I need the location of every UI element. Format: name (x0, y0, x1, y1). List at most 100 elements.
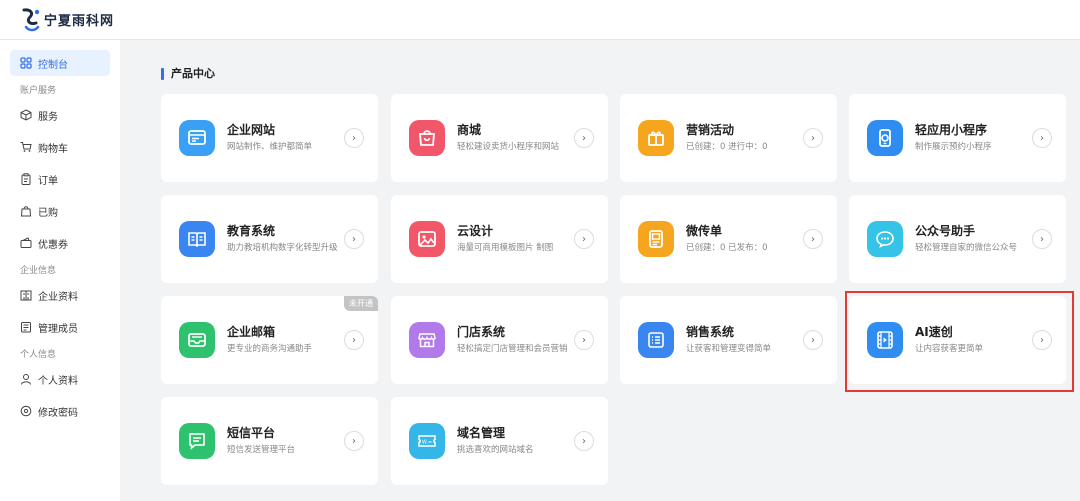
sidebar-item-cart[interactable]: 购物车 (10, 134, 110, 160)
card-desc: 网站制作、维护都简单 (227, 142, 313, 152)
bag-icon (20, 205, 32, 217)
nav-group-account: 账户服务 (20, 86, 57, 96)
card-light-miniapp[interactable]: 轻应用小程序 制作展示预约小程序 › (849, 94, 1066, 182)
coupon-icon (20, 237, 32, 249)
top-header: 宁夏雨科网 (0, 0, 1080, 40)
sidebar-item-service[interactable]: 服务 (10, 102, 110, 128)
card-desc: 海量可商用模板图片 制图 (457, 243, 554, 253)
card-desc: 制作展示预约小程序 (915, 142, 992, 152)
card-desc: 已创建：0 已发布：0 (686, 243, 768, 253)
sidebar-item-coupons[interactable]: 优惠券 (10, 230, 110, 256)
store-icon (409, 322, 445, 358)
sidebar: 控制台 账户服务 服务 购物车 订单 已购 优惠券 企业信息 企业资料 管理成员… (0, 40, 120, 501)
sidebar-item-label: 已购 (38, 207, 58, 219)
card-cloud-design[interactable]: 云设计 海量可商用模板图片 制图 › (391, 195, 608, 283)
card-desc: 轻松管理自家的微信公众号 (915, 243, 1018, 253)
sidebar-item-purchased[interactable]: 已购 (10, 198, 110, 224)
logo-icon[interactable] (20, 7, 42, 33)
wechat-icon (867, 221, 903, 257)
sidebar-item-label: 管理成员 (38, 323, 78, 335)
chevron-right-icon[interactable]: › (1032, 128, 1052, 148)
card-micro-flyer[interactable]: 微传单 已创建：0 已发布：0 › (620, 195, 837, 283)
sidebar-item-label: 控制台 (38, 59, 68, 71)
clipboard-icon (20, 173, 32, 185)
card-title: 企业网站 (227, 123, 276, 137)
mail-icon (179, 322, 215, 358)
card-desc: 让内容获客更简单 (915, 344, 984, 354)
chevron-right-icon[interactable]: › (574, 128, 594, 148)
chevron-right-icon[interactable]: › (344, 128, 364, 148)
sidebar-item-label: 企业资料 (38, 291, 78, 303)
card-desc: 轻松建设卖货小程序和网站 (457, 142, 560, 152)
grid-icon (20, 57, 32, 69)
nav-group-company: 企业信息 (20, 266, 57, 276)
card-enterprise-mail[interactable]: 未开通 企业邮箱 更专业的商务沟通助手 › (161, 296, 378, 384)
card-mall[interactable]: 商城 轻松建设卖货小程序和网站 › (391, 94, 608, 182)
cart-icon (20, 141, 32, 153)
sidebar-item-label: 订单 (38, 175, 58, 187)
chevron-right-icon[interactable]: › (803, 128, 823, 148)
chevron-right-icon[interactable]: › (803, 229, 823, 249)
card-title: 销售系统 (686, 325, 735, 339)
card-domain-management[interactable]: W.= 域名管理 挑选喜欢的网站域名 › (391, 397, 608, 485)
sidebar-item-orders[interactable]: 订单 (10, 166, 110, 192)
shop-bag-icon (409, 120, 445, 156)
card-marketing[interactable]: 营销活动 已创建：0 进行中：0 › (620, 94, 837, 182)
chevron-right-icon[interactable]: › (344, 431, 364, 451)
card-desc: 助力教培机构数字化转型升级 (227, 243, 338, 253)
logo-text[interactable]: 宁夏雨科网 (44, 10, 114, 29)
sidebar-item-label: 修改密码 (38, 407, 78, 419)
card-title: 企业邮箱 (227, 325, 276, 339)
sidebar-item-personal-profile[interactable]: 个人资料 (10, 366, 110, 392)
domain-icon: W.= (409, 423, 445, 459)
svg-text:W.=: W.= (422, 439, 432, 445)
sidebar-item-label: 服务 (38, 111, 58, 123)
building-icon (20, 289, 32, 301)
nav-group-personal: 个人信息 (20, 350, 57, 360)
card-title: AI速创 (915, 325, 953, 339)
chevron-right-icon[interactable]: › (574, 431, 594, 451)
members-icon (20, 321, 32, 333)
card-desc: 已创建：0 进行中：0 (686, 142, 768, 152)
card-official-account[interactable]: 公众号助手 轻松管理自家的微信公众号 › (849, 195, 1066, 283)
section-title: 产品中心 (161, 68, 215, 80)
card-desc: 让获客和管理变得简单 (686, 344, 772, 354)
card-desc: 更专业的商务沟通助手 (227, 344, 313, 354)
sidebar-item-label: 优惠券 (38, 239, 68, 251)
gift-icon (638, 120, 674, 156)
chevron-right-icon[interactable]: › (344, 330, 364, 350)
card-title: 门店系统 (457, 325, 506, 339)
sidebar-item-company-profile[interactable]: 企业资料 (10, 282, 110, 308)
card-ai-quick-create[interactable]: AI速创 让内容获客更简单 › (849, 296, 1066, 384)
card-sales-system[interactable]: 销售系统 让获客和管理变得简单 › (620, 296, 837, 384)
sidebar-item-dashboard[interactable]: 控制台 (10, 50, 110, 76)
chevron-right-icon[interactable]: › (574, 330, 594, 350)
chevron-right-icon[interactable]: › (1032, 330, 1052, 350)
chevron-right-icon[interactable]: › (344, 229, 364, 249)
sidebar-item-label: 个人资料 (38, 375, 78, 387)
card-desc: 挑选喜欢的网站域名 (457, 445, 534, 455)
sidebar-item-label: 购物车 (38, 143, 68, 155)
card-title: 轻应用小程序 (915, 123, 988, 137)
sms-icon (179, 423, 215, 459)
sidebar-item-change-password[interactable]: 修改密码 (10, 398, 110, 424)
card-desc: 轻松搞定门店管理和会员营销 (457, 344, 568, 354)
sidebar-item-members[interactable]: 管理成员 (10, 314, 110, 340)
chevron-right-icon[interactable]: › (574, 229, 594, 249)
box-icon (20, 109, 32, 121)
main-content: 产品中心 企业网站 网站制作、维护都简单 › 商城 轻松建设卖货小程序和网站 ›… (120, 40, 1080, 501)
card-education[interactable]: 教育系统 助力教培机构数字化转型升级 › (161, 195, 378, 283)
website-icon (179, 120, 215, 156)
chevron-right-icon[interactable]: › (1032, 229, 1052, 249)
card-store-system[interactable]: 门店系统 轻松搞定门店管理和会员营销 › (391, 296, 608, 384)
card-title: 商城 (457, 123, 482, 137)
chevron-right-icon[interactable]: › (803, 330, 823, 350)
list-icon (638, 322, 674, 358)
card-title: 域名管理 (457, 426, 506, 440)
card-title: 短信平台 (227, 426, 276, 440)
card-enterprise-website[interactable]: 企业网站 网站制作、维护都简单 › (161, 94, 378, 182)
status-badge: 未开通 (344, 296, 378, 311)
card-sms-platform[interactable]: 短信平台 短信发送管理平台 › (161, 397, 378, 485)
miniapp-icon (867, 120, 903, 156)
flyer-icon (638, 221, 674, 257)
